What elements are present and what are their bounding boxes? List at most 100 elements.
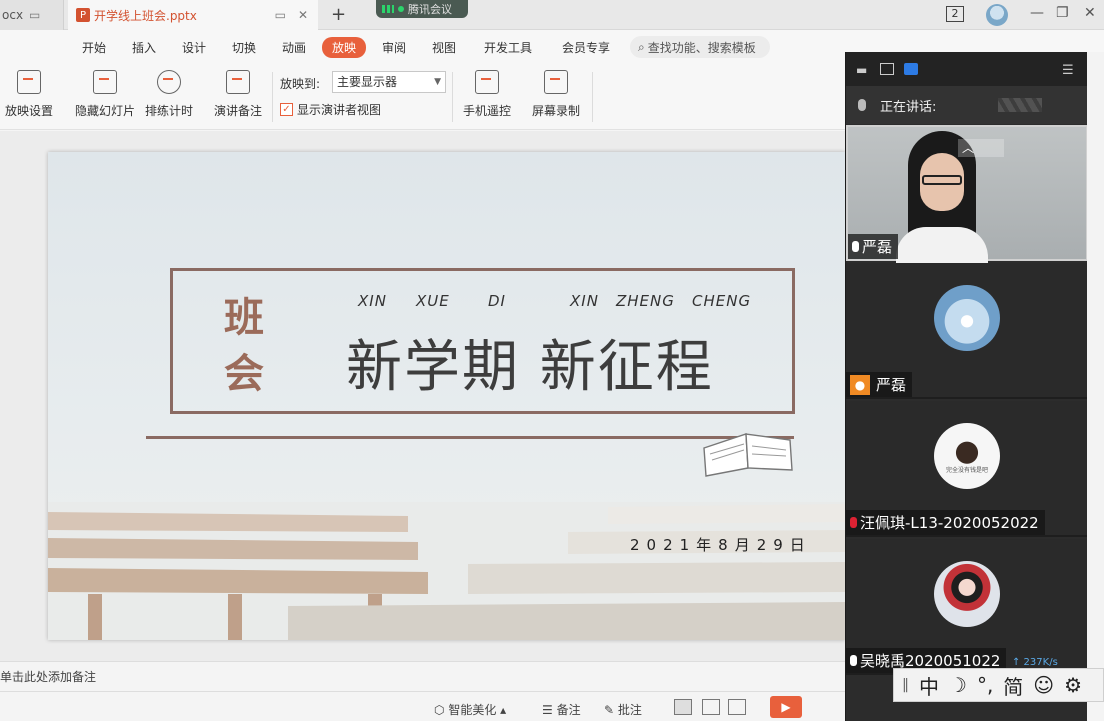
- menu-transition[interactable]: 切换: [232, 39, 256, 56]
- screen-record-button[interactable]: 屏幕录制: [532, 70, 580, 119]
- menu-slideshow[interactable]: 放映: [322, 37, 367, 58]
- tab-prev-label: ocx: [2, 8, 24, 22]
- title-tab-bar: ocx ▭ P 开学线上班会.pptx ▭ ✕ + 腾讯会议 2 — ❐ ✕: [0, 0, 1104, 30]
- slide-canvas[interactable]: 班 会 XIN XUE DI XIN ZHENG CHENG 新学期 新征程 2…: [48, 152, 845, 640]
- user-avatar[interactable]: [986, 4, 1008, 26]
- minimize-panel-icon[interactable]: ▬: [856, 63, 870, 77]
- hide-slide-icon: [93, 70, 117, 94]
- hide-slide-button[interactable]: 隐藏幻灯片: [75, 70, 135, 119]
- menu-member[interactable]: 会员专享: [562, 39, 610, 56]
- minimize-icon[interactable]: —: [1030, 5, 1044, 21]
- participant-name-tag: ● 严磊: [846, 372, 913, 397]
- slide-main-title: 新学期 新征程: [346, 335, 714, 400]
- presenter-view-label: 显示演讲者视图: [297, 103, 382, 117]
- notes-area[interactable]: 单击此处添加备注: [0, 661, 845, 691]
- restore-icon[interactable]: ❐: [1056, 5, 1069, 21]
- phone-icon: [475, 70, 499, 94]
- close-tab-icon[interactable]: ✕: [298, 8, 308, 22]
- emoji-icon[interactable]: ☺: [1033, 673, 1054, 697]
- collapse-chevron-icon[interactable]: ︿: [958, 139, 1004, 157]
- new-tab-button[interactable]: +: [331, 4, 346, 25]
- menu-start[interactable]: 开始: [82, 39, 106, 56]
- menu-review[interactable]: 审阅: [382, 39, 406, 56]
- tab-active-pptx[interactable]: P 开学线上班会.pptx ▭ ✕: [68, 0, 318, 30]
- ribbon-divider: [272, 72, 273, 122]
- participant-name: 汪佩琪-L13-2020052022: [860, 514, 1039, 532]
- open-book-icon: [703, 433, 793, 477]
- close-window-icon[interactable]: ✕: [1084, 5, 1096, 21]
- speaking-indicator: 正在讲话:: [846, 86, 1088, 124]
- smart-beautify-button[interactable]: ⬡ 智能美化 ▴: [434, 701, 506, 718]
- play-to-select[interactable]: 主要显示器 ▼: [332, 71, 446, 93]
- presenter-view-checkbox[interactable]: ✓ 显示演讲者视图: [280, 101, 381, 118]
- list-icon[interactable]: ☰: [1062, 63, 1076, 78]
- stack-icon[interactable]: [904, 63, 918, 75]
- normal-view-icon[interactable]: [674, 699, 692, 715]
- chevron-up-icon: ▴: [500, 703, 507, 717]
- participant-tile[interactable]: 完全没有钱是吧 汪佩琪-L13-2020052022: [846, 401, 1088, 537]
- ime-simplified[interactable]: 简: [1003, 671, 1023, 700]
- notes-toggle-button[interactable]: ☰ 备注: [542, 701, 581, 718]
- monitor-icon[interactable]: ▭: [275, 8, 286, 22]
- beautify-icon: ⬡: [434, 703, 445, 717]
- slideshow-settings-label: 放映设置: [5, 104, 54, 118]
- avatar-caption: 完全没有钱是吧: [945, 467, 988, 474]
- ribbon-divider: [592, 72, 593, 122]
- moon-icon[interactable]: ☽: [949, 673, 967, 697]
- ime-grip-icon[interactable]: ‖: [902, 677, 909, 693]
- comments-label: 批注: [617, 703, 642, 717]
- menu-design[interactable]: 设计: [182, 39, 206, 56]
- comment-icon: ✎: [604, 703, 615, 717]
- speaker-notes-button[interactable]: 演讲备注: [214, 70, 262, 119]
- search-box[interactable]: ⌕ 查找功能、搜索模板: [630, 36, 770, 58]
- participant-name-tag: 汪佩琪-L13-2020052022: [846, 510, 1045, 535]
- speaker-notes-icon: [226, 70, 250, 94]
- search-placeholder: 查找功能、搜索模板: [647, 40, 756, 55]
- pinyin-3: DI: [488, 292, 506, 310]
- participant-avatar: [934, 285, 1000, 351]
- pinyin-5: ZHENG: [616, 292, 675, 310]
- classroom-desks-image: [48, 502, 845, 640]
- play-slideshow-button[interactable]: ▶: [770, 696, 802, 718]
- window-icon[interactable]: [880, 63, 894, 75]
- monitor-icon: ▭: [29, 8, 41, 22]
- microphone-on-icon: [850, 655, 857, 666]
- participant-tile[interactable]: ● 严磊: [846, 263, 1088, 399]
- tab-prev-document[interactable]: ocx ▭: [0, 0, 64, 30]
- participant-tile-video[interactable]: ︿ 严磊: [846, 125, 1088, 267]
- rehearse-timing-button[interactable]: 排练计时: [145, 70, 193, 119]
- microphone-muted-icon: [850, 517, 857, 528]
- checkbox-checked-icon[interactable]: ✓: [280, 103, 293, 116]
- comments-button[interactable]: ✎ 批注: [604, 701, 642, 718]
- gear-icon[interactable]: ⚙: [1064, 673, 1082, 697]
- pinyin-1: XIN: [358, 292, 387, 310]
- punctuation-icon[interactable]: °,: [977, 673, 993, 697]
- participant-name-tag: 严磊: [848, 234, 899, 259]
- window-count-badge[interactable]: 2: [946, 6, 964, 22]
- menu-insert[interactable]: 插入: [132, 39, 156, 56]
- ime-chinese-mode[interactable]: 中: [919, 671, 939, 700]
- ime-toolbar: ‖ 中 ☽ °, 简 ☺ ⚙: [893, 668, 1104, 702]
- microphone-on-icon: [852, 241, 859, 252]
- menu-developer[interactable]: 开发工具: [484, 39, 532, 56]
- slide-date: 2021年8月29日: [630, 536, 812, 554]
- microphone-icon: [858, 99, 866, 111]
- reading-view-icon[interactable]: [728, 699, 746, 715]
- menu-animation[interactable]: 动画: [282, 39, 306, 56]
- participant-avatar: 完全没有钱是吧: [934, 423, 1000, 489]
- screen-record-label: 屏幕录制: [532, 104, 581, 118]
- participant-tile[interactable]: 吴晓禹2020051022: [846, 539, 1088, 675]
- vertical-title-char-2: 会: [224, 350, 264, 397]
- meeting-panel: ▬ ☰ 正在讲话: ︿ 严磊 ● 严磊 完全没有钱是吧 汪佩琪-L13-2020: [845, 52, 1088, 721]
- sorter-view-icon[interactable]: [702, 699, 720, 715]
- ribbon-divider: [452, 72, 453, 122]
- signal-icon: [382, 5, 394, 13]
- meeting-pill-label: 腾讯会议: [408, 3, 452, 16]
- phone-remote-button[interactable]: 手机遥控: [463, 70, 511, 119]
- network-speed: ↑ 237K/s: [1012, 657, 1058, 668]
- slideshow-settings-icon: [17, 70, 41, 94]
- tencent-meeting-pill[interactable]: 腾讯会议: [376, 0, 468, 18]
- rehearse-timing-label: 排练计时: [145, 104, 194, 118]
- slideshow-settings-button[interactable]: 放映设置: [5, 70, 53, 119]
- menu-view[interactable]: 视图: [432, 39, 456, 56]
